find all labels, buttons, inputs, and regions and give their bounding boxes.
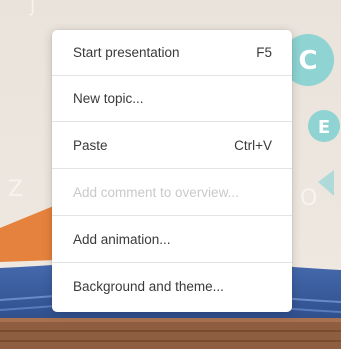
- context-menu: Start presentation F5 New topic... Paste…: [52, 30, 292, 312]
- canvas-background: J Z O C E Start presentation F5 New topi…: [0, 0, 341, 349]
- table-grain: [0, 330, 341, 332]
- menu-item-add-animation[interactable]: Add animation...: [52, 217, 292, 263]
- menu-item-label: Add animation...: [73, 232, 171, 247]
- bubble-c-letter: C: [298, 46, 317, 76]
- table-edge: [0, 318, 341, 322]
- menu-item-label: Add comment to overview...: [73, 185, 239, 200]
- menu-item-label: Background and theme...: [73, 279, 224, 294]
- menu-item-shortcut: Ctrl+V: [234, 138, 272, 153]
- faint-letter: J: [29, 0, 35, 17]
- faint-letter: Z: [8, 177, 23, 202]
- bubble-e-letter: E: [318, 117, 330, 138]
- menu-item-paste[interactable]: Paste Ctrl+V: [52, 123, 292, 169]
- menu-item-label: Start presentation: [73, 45, 180, 60]
- menu-item-add-comment-to-overview: Add comment to overview...: [52, 170, 292, 216]
- menu-item-background-and-theme[interactable]: Background and theme...: [52, 264, 292, 310]
- menu-item-label: Paste: [73, 138, 108, 153]
- table-grain: [0, 340, 341, 342]
- table: [0, 318, 341, 349]
- menu-item-shortcut: F5: [256, 45, 272, 60]
- menu-item-new-topic[interactable]: New topic...: [52, 76, 292, 122]
- faint-letter: O: [300, 186, 317, 211]
- menu-item-label: New topic...: [73, 91, 144, 106]
- menu-item-start-presentation[interactable]: Start presentation F5: [52, 30, 292, 76]
